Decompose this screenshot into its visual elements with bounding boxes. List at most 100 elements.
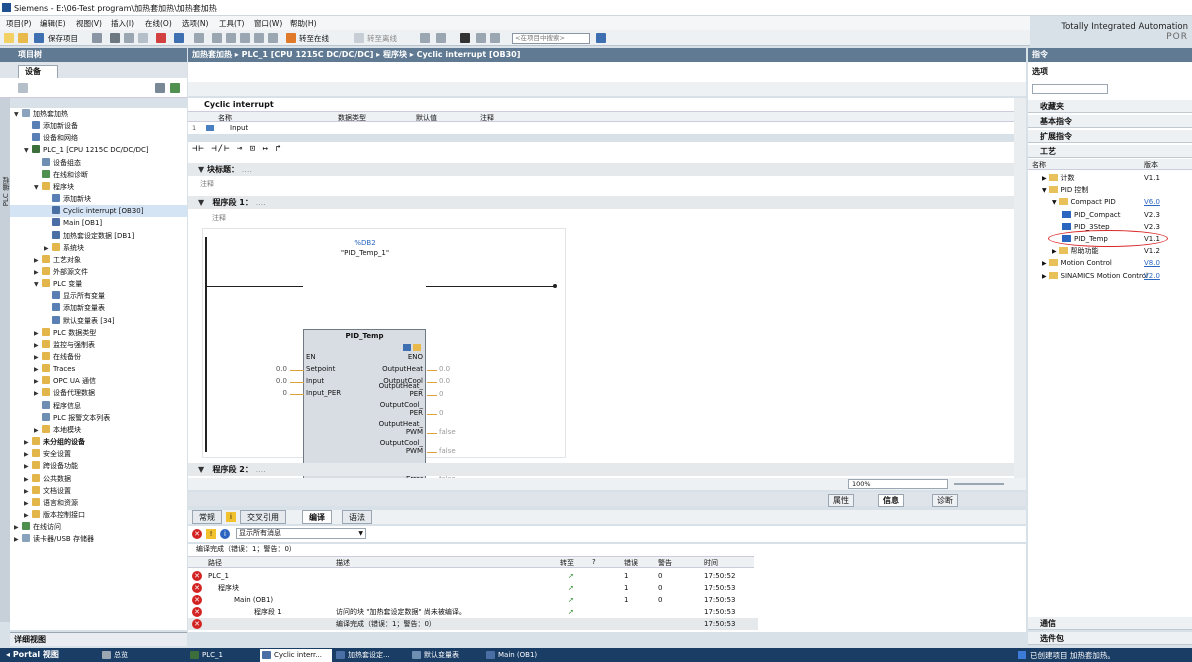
tree-item[interactable]: ▶ 外部源文件 [34, 266, 88, 278]
tree-item[interactable]: ▶ 未分组的设备 [24, 436, 85, 448]
tree-item[interactable]: ▶ 公共数据 [24, 473, 71, 485]
download-icon[interactable] [226, 33, 236, 43]
tree-item[interactable]: Main [OB1] [44, 217, 102, 229]
fb-input-value[interactable]: 0.0 [276, 377, 287, 385]
goto-arrow-icon[interactable]: ➚ [568, 570, 574, 582]
tree-item[interactable]: 添加新设备 [24, 120, 78, 132]
project-search-input[interactable]: <在项目中搜索> [512, 33, 590, 44]
info-tab[interactable]: 信息 [878, 494, 904, 507]
open-project-icon[interactable] [18, 33, 28, 43]
general-tab[interactable]: 常规 [192, 510, 222, 524]
diagnostics-tab[interactable]: 诊断 [932, 494, 958, 507]
zoom-slider[interactable] [954, 483, 1004, 485]
goto-arrow-icon[interactable]: ➚ [568, 582, 574, 594]
tree-item[interactable]: ▶ 语言和资源 [24, 497, 78, 509]
go-online-button[interactable]: 转至在线 [299, 33, 329, 44]
block-comment[interactable]: 注释 [200, 179, 214, 189]
instruction-section[interactable]: 基本指令 [1028, 115, 1192, 128]
fb-input-value[interactable]: 0.0 [276, 365, 287, 373]
fb-output-value[interactable]: 0.0 [439, 377, 450, 385]
instruction-item[interactable]: PID_Compact [1062, 209, 1121, 221]
tree-item[interactable]: ▶ 文档设置 [24, 485, 71, 497]
editor-tab[interactable]: PLC_1 [188, 649, 256, 662]
tree-item[interactable]: ▶ 版本控制接口 [24, 509, 85, 521]
go-offline-button[interactable]: 转至离线 [367, 33, 397, 44]
warning-filter-icon[interactable]: ! [206, 529, 216, 539]
syntax-tab[interactable]: 语法 [342, 510, 372, 524]
expand-arrow-icon[interactable]: ▼ [34, 182, 42, 194]
tree-item[interactable]: 设备和网络 [24, 132, 78, 144]
instruction-section[interactable]: 工艺 [1028, 145, 1192, 158]
network2-title[interactable]: .... [256, 465, 266, 474]
go-offline-icon[interactable] [354, 33, 364, 43]
properties-tab[interactable]: 属性 [828, 494, 854, 507]
add-device-icon[interactable] [170, 83, 180, 93]
editor-tab[interactable]: 加热套设定... [334, 649, 408, 662]
tree-item[interactable]: 加热套设定数据 [DB1] [44, 230, 134, 242]
cross-reference-tab[interactable]: 交叉引用 [240, 510, 286, 524]
fb-output-value[interactable]: 0.0 [439, 365, 450, 373]
instruction-item[interactable]: ▼ PID 控制 [1042, 184, 1088, 196]
tree-item[interactable]: ▼ PLC 变量 [34, 278, 82, 290]
search-icon[interactable] [596, 33, 606, 43]
message-row[interactable]: ✕ Main (OB1) 1 0 17:50:53 ➚ [188, 594, 758, 606]
upload-icon[interactable] [240, 33, 250, 43]
expand-arrow-icon[interactable]: ▼ [34, 279, 42, 291]
tree-item[interactable]: ▶ 工艺对象 [34, 254, 81, 266]
block-title-value[interactable]: .... [242, 165, 252, 174]
message-row[interactable]: ✕ 编译完成（错误：1；警告：0） 17:50:53 [188, 618, 758, 630]
tree-item[interactable]: ▶ PLC 数据类型 [34, 327, 96, 339]
instruction-item[interactable]: ▶ 计数 [1042, 172, 1075, 184]
fb-instance-name[interactable]: "PID_Temp_1" [315, 249, 415, 257]
fb-input-value[interactable]: 0 [283, 389, 287, 397]
tree-item[interactable]: ▼ 加热套加热 [14, 108, 68, 120]
compile-icon[interactable] [212, 33, 222, 43]
overview-icon[interactable] [155, 83, 165, 93]
menu-options[interactable]: 选项(N) [182, 18, 208, 29]
lad-instruction-icons[interactable]: ⊣⊢ ⊣/⊢ ⊸ ⊡ ↦ ↱ [192, 144, 282, 154]
menu-tools[interactable]: 工具(T) [219, 18, 244, 29]
expand-arrow-icon[interactable]: ▶ [14, 534, 22, 546]
editor-vertical-scrollbar[interactable] [1014, 98, 1026, 480]
simulation-icon[interactable] [254, 33, 264, 43]
interface-row-input[interactable]: 1 Input [188, 123, 1014, 133]
new-project-icon[interactable] [4, 33, 14, 43]
print-icon[interactable] [92, 33, 102, 43]
instruction-search-input[interactable] [1032, 84, 1108, 94]
tree-item[interactable]: 默认变量表 [34] [44, 315, 115, 327]
fb-output-value[interactable]: false [439, 447, 456, 455]
tree-item[interactable]: ▶ 读卡器/USB 存储器 [14, 533, 94, 545]
tree-item[interactable]: 设备组态 [34, 157, 81, 169]
editor-tab[interactable]: Main (OB1) [484, 649, 550, 662]
network1-title[interactable]: .... [256, 198, 266, 207]
instruction-section-bottom[interactable]: 通信 [1028, 617, 1192, 630]
zoom-select[interactable]: 100% [848, 479, 948, 489]
instruction-item[interactable]: ▶ Motion Control [1042, 257, 1112, 269]
tree-item[interactable]: 添加新块 [44, 193, 91, 205]
tree-item[interactable]: Cyclic interrupt [OB30] [10, 205, 187, 218]
expand-arrow-icon[interactable]: ▼ [24, 145, 32, 157]
menu-help[interactable]: 帮助(H) [290, 18, 317, 29]
save-icon[interactable] [34, 33, 44, 43]
tree-item[interactable]: PLC 报警文本列表 [34, 412, 110, 424]
portal-view-button[interactable]: ◂ Portal 视图 [6, 649, 59, 660]
paste-icon[interactable] [138, 33, 148, 43]
menu-project[interactable]: 项目(P) [6, 18, 31, 29]
menu-online[interactable]: 在线(O) [145, 18, 172, 29]
network1-header[interactable]: ▼ 程序段 1： .... [188, 196, 1014, 209]
message-filter-select[interactable]: 显示所有消息 ▼ [236, 528, 366, 539]
details-view-header[interactable]: 详细视图 [10, 632, 187, 646]
fb-output-value[interactable]: false [439, 428, 456, 436]
tree-item[interactable]: ▶ 系统块 [44, 242, 84, 254]
stop-cpu-icon[interactable] [268, 33, 278, 43]
message-row[interactable]: ✕ 程序段 1 访问的块 "加热套设定数据" 尚未被编译。 17:50:53 ➚ [188, 606, 758, 618]
goto-arrow-icon[interactable]: ➚ [568, 594, 574, 606]
tree-item[interactable]: ▼ 程序块 [34, 181, 74, 193]
tree-item[interactable]: 显示所有变量 [44, 290, 105, 302]
tree-item[interactable]: ▶ 在线访问 [14, 521, 61, 533]
tree-item[interactable]: ▶ 在线备份 [34, 351, 81, 363]
instruction-section[interactable]: 收藏夹 [1028, 100, 1192, 113]
instruction-item[interactable]: ▶ 帮助功能 [1052, 245, 1099, 257]
menu-view[interactable]: 视图(V) [76, 18, 102, 29]
cut-icon[interactable] [110, 33, 120, 43]
